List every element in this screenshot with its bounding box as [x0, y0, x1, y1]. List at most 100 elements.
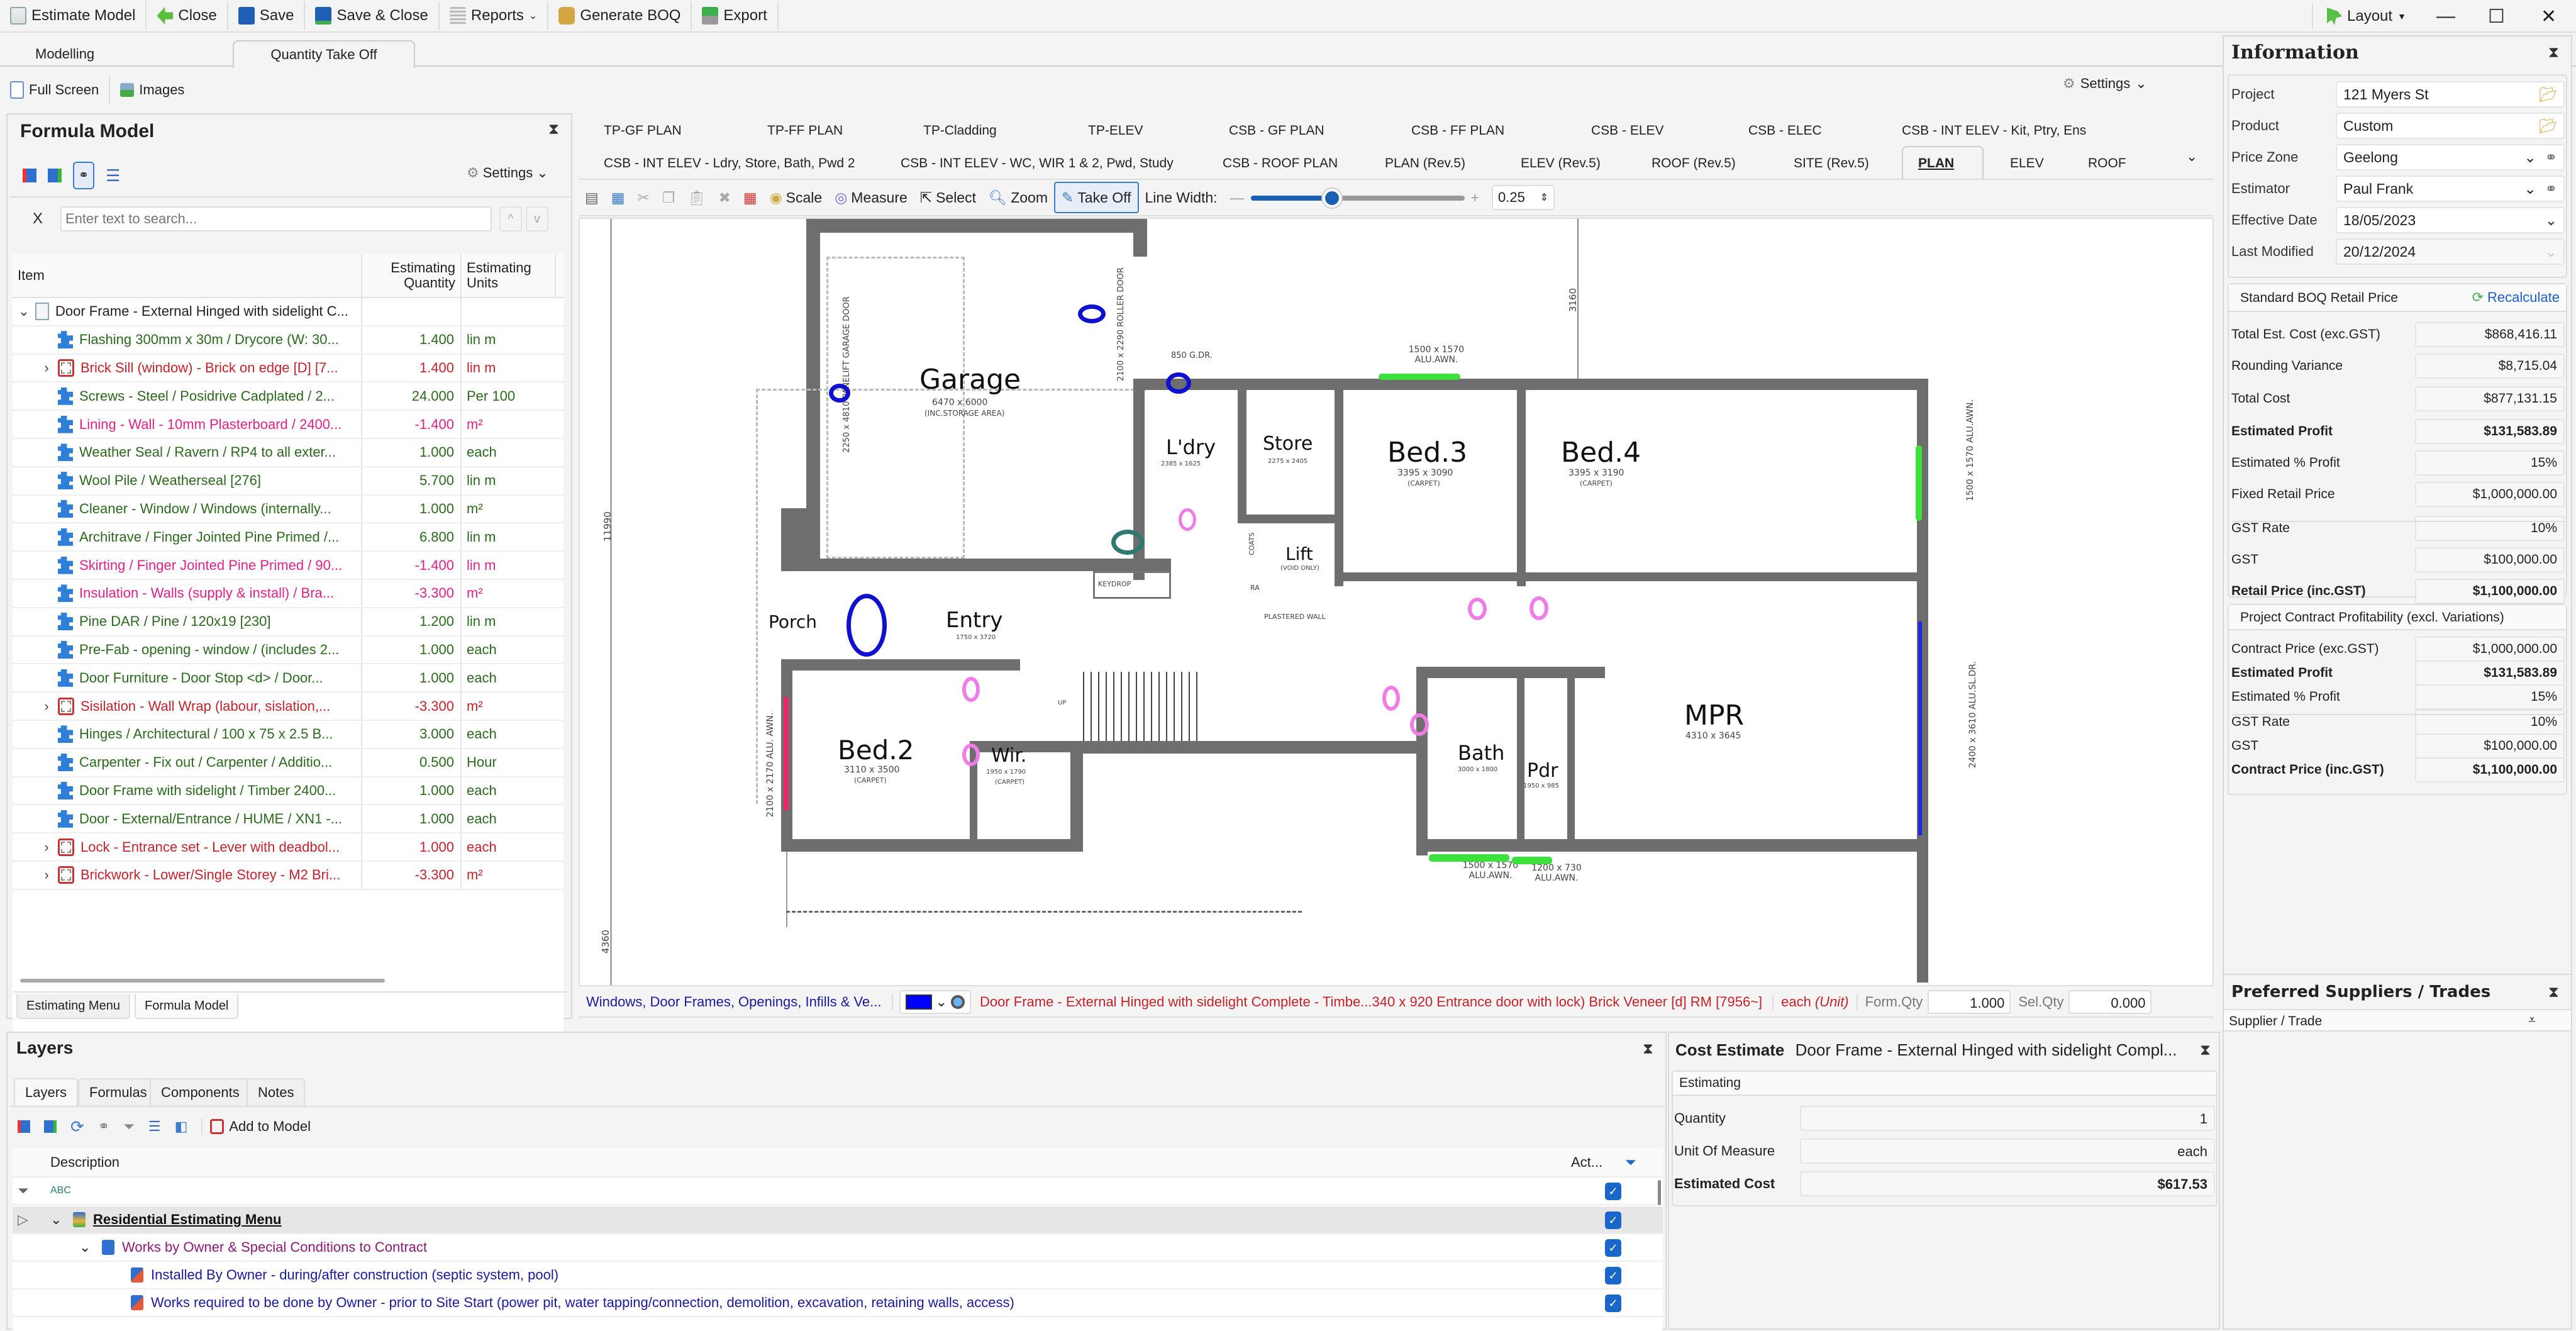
column-header-units[interactable]: Estimating Units [462, 254, 556, 297]
chevron-right-icon[interactable]: › [35, 839, 58, 855]
formula-row[interactable]: Pre-Fab - opening - window / (includes 2… [13, 636, 564, 665]
search-prev-button[interactable]: ^ [499, 206, 522, 231]
chevron-right-icon[interactable]: › [35, 867, 58, 883]
vertical-scrollbar[interactable] [1658, 1180, 1661, 1205]
formula-row[interactable]: Weather Seal / Ravern / RP4 to all exter… [13, 438, 564, 467]
formula-row[interactable]: Door - External/Entrance / HUME / XN1 -.… [13, 805, 564, 834]
tree-root-row[interactable]: ⌄ Door Frame - External Hinged with side… [13, 298, 564, 326]
filter-icon[interactable]: ⏷ [18, 1183, 29, 1199]
layer-row[interactable]: Installed By Owner - during/after constr… [13, 1262, 1663, 1289]
filter-icon[interactable]: ⏷ [123, 1118, 135, 1135]
list-icon[interactable]: ☰ [148, 1118, 161, 1135]
takeoff-window-marker[interactable] [1379, 374, 1460, 380]
save-close-button[interactable]: Save & Close [305, 1, 440, 30]
measure-button[interactable]: ◎ Measure [828, 182, 914, 213]
takeoff-door-marker[interactable] [847, 594, 887, 657]
take-off-button[interactable]: ✎ Take Off [1054, 182, 1139, 213]
formula-row[interactable]: Skirting / Finger Jointed Pine Primed / … [13, 552, 564, 580]
formula-row[interactable]: Wool Pile / Weatherseal [276] 5.700 lin m [13, 467, 564, 496]
collapse-all-icon[interactable] [23, 169, 36, 182]
calendar-icon[interactable]: ▦ [605, 182, 631, 213]
filter-icon[interactable]: ⏷ [1625, 1154, 1636, 1171]
search-input[interactable] [60, 206, 492, 231]
zoom-button[interactable]: 🔍︎ Zoom [982, 182, 1054, 213]
formula-row[interactable]: Insulation - Walls (supply & install) / … [13, 579, 564, 608]
info-field-price-zone[interactable]: Geelong ⌄ ⚭ [2336, 144, 2565, 170]
minimize-button[interactable]: — [2436, 0, 2455, 33]
active-checkbox[interactable]: ✓ [1605, 1211, 1621, 1229]
formula-row[interactable]: › Sisilation - Wall Wrap (labour, sislati… [13, 693, 564, 721]
takeoff-door-marker[interactable] [1179, 508, 1196, 531]
pin-icon[interactable]: ⧗ [548, 121, 559, 138]
estimate-model-button[interactable]: Estimate Model [0, 1, 147, 30]
clear-search-icon[interactable]: X [33, 210, 43, 228]
plan-tab[interactable]: CSB - GF PLAN [1229, 123, 1324, 138]
chevron-right-icon[interactable]: › [35, 360, 58, 376]
takeoff-door-marker[interactable] [1410, 713, 1429, 736]
formula-row[interactable]: Cleaner - Window / Windows (internally..… [13, 495, 564, 524]
takeoff-door-marker[interactable] [1382, 686, 1400, 711]
takeoff-door-marker[interactable] [1530, 596, 1548, 620]
takeoff-door-marker[interactable] [962, 743, 980, 766]
info-field-estimator[interactable]: Paul Frank ⌄ ⚭ [2336, 175, 2565, 202]
formula-row[interactable]: Door Frame with sidelight / Timber 2400.… [13, 777, 564, 806]
plan-tab[interactable]: TP-FF PLAN [767, 123, 843, 138]
plan-tab[interactable]: ELEV (Rev.5) [1521, 156, 1601, 171]
pin-icon[interactable]: ⧗ [2548, 984, 2559, 1001]
search-layer-icon[interactable]: ◧ [175, 1118, 188, 1135]
scale-button[interactable]: ◉ Scale [763, 182, 829, 213]
plan-tab[interactable]: PLAN (Rev.5) [1385, 156, 1465, 171]
layout-button[interactable]: Layout ▼ [2327, 0, 2406, 33]
formula-row[interactable]: Carpenter - Fix out / Carpenter / Additi… [13, 749, 564, 777]
decrease-line-width-button[interactable]: — [1224, 182, 1251, 213]
plan-tab[interactable]: TP-Cladding [923, 123, 997, 138]
chevron-down-icon[interactable]: ⌄ [2524, 149, 2536, 166]
reports-button[interactable]: Reports ⌄ [440, 1, 549, 30]
export-button[interactable]: Export [692, 1, 779, 30]
binoculars-icon[interactable]: ⚭ [73, 162, 94, 189]
plan-tab[interactable]: CSB - INT ELEV - WC, WIR 1 & 2, Pwd, Stu… [901, 156, 1174, 171]
active-checkbox[interactable]: ✓ [1605, 1295, 1621, 1312]
column-header-quantity[interactable]: Estimating Quantity [362, 254, 462, 297]
plan-tab[interactable]: CSB - ELEC [1748, 123, 1822, 138]
takeoff-door-marker[interactable] [1111, 530, 1144, 555]
full-screen-button[interactable]: Full Screen [0, 75, 111, 104]
category-label[interactable]: Windows, Door Frames, Openings, Infills … [579, 994, 893, 1010]
list-icon[interactable]: ☰ [106, 166, 120, 186]
sel-qty-input[interactable]: 0.000 [2068, 990, 2152, 1014]
tab-notes[interactable]: Notes [247, 1078, 306, 1106]
layer-row[interactable]: ▷ ⌄ Residential Estimating Menu ✓ [13, 1206, 1663, 1234]
chevron-down-icon[interactable]: ⌄ [50, 1211, 62, 1228]
folder-icon[interactable]: 📂︎ [2539, 86, 2557, 103]
plan-tab[interactable]: ROOF [2088, 156, 2126, 171]
formula-row[interactable]: Architrave / Finger Jointed Pine Primed … [13, 523, 564, 552]
images-button[interactable]: Images [110, 75, 194, 104]
takeoff-door-marker[interactable] [1918, 621, 1922, 835]
delete-icon[interactable]: ✖ [713, 182, 737, 213]
cut-icon[interactable]: ✂ [631, 182, 655, 213]
formula-row[interactable]: Lining - Wall - 10mm Plasterboard / 2400… [13, 411, 564, 439]
tab-layers[interactable]: Layers [14, 1078, 79, 1106]
refresh-icon[interactable]: ⟳ [70, 1117, 84, 1137]
takeoff-door-marker[interactable] [962, 677, 980, 702]
page-icon[interactable]: ▤ [579, 182, 605, 213]
close-button[interactable]: Close [147, 1, 228, 30]
formula-row[interactable]: › Lock - Entrance set - Lever with deadbo… [13, 833, 564, 862]
plan-tab[interactable]: ELEV [2010, 156, 2044, 171]
plan-tab[interactable]: CSB - INT ELEV - Kit, Ptry, Ens [1902, 123, 2086, 138]
takeoff-window-marker[interactable] [1429, 854, 1509, 862]
formula-row[interactable]: Hinges / Architectural / 100 x 75 x 2.5 … [13, 720, 564, 749]
info-field-project[interactable]: 121 Myers St 📂︎ [2336, 81, 2565, 108]
plan-tab[interactable]: CSB - ELEV [1591, 123, 1664, 138]
spinner-icon[interactable]: ⇕ [1540, 191, 1548, 204]
formula-row[interactable]: Door Furniture - Door Stop <d> / Door...… [13, 664, 564, 693]
column-header-active[interactable]: Act... [1571, 1154, 1602, 1171]
tab-modelling[interactable]: Modelling [23, 40, 107, 68]
close-window-button[interactable]: ✕ [2541, 0, 2557, 33]
maximize-button[interactable]: ☐ [2488, 0, 2505, 33]
plan-tab[interactable]: SITE (Rev.5) [1794, 156, 1869, 171]
pin-icon[interactable]: ⧗ [1643, 1040, 1653, 1058]
formula-row[interactable]: Screws - Steel / Posidrive Cadplated / 2… [13, 382, 564, 411]
formula-row[interactable]: › Brick Sill (window) - Brick on edge [D]… [13, 354, 564, 383]
save-button[interactable]: Save [228, 1, 306, 30]
